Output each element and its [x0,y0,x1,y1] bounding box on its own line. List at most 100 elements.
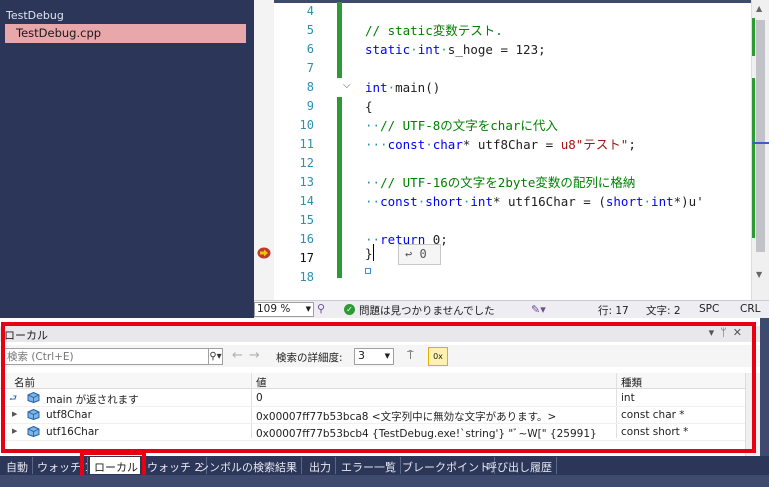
code-editor[interactable]: 4 5 6 7 8 9 10 11 12 13 14 15 16 17 18 ⌵… [254,0,769,300]
scrollbar-change-mark [752,78,755,238]
code-comment: // UTF-8の文字をcharに代入 [380,118,558,133]
brush-search-icon[interactable]: ⚲ [317,302,325,315]
table-row[interactable]: ⮐ main が返されます 0 int [0,390,745,407]
line-number: 9 [306,99,314,113]
code-line-11: ···const·char* utf8Char = u8"テスト"; [365,137,636,152]
line-number: 14 [299,194,314,208]
close-icon[interactable]: ✕ [733,326,748,339]
code-keyword: short [425,194,463,209]
code-comment: // static変数テスト. [365,23,503,38]
line-indicator[interactable]: 行: 17 [598,303,629,318]
change-indicator-bar [337,97,342,278]
code-keyword: const [380,194,418,209]
project-name[interactable]: TestDebug [6,9,64,22]
search-depth-label: 検索の詳細度: [276,352,343,364]
variable-value[interactable]: 0 [256,392,263,404]
code-line-17: } [365,244,373,263]
line-number: 11 [299,137,314,151]
variable-name: utf8Char [46,409,92,421]
locals-title: ローカル [4,329,48,342]
tab-error-list[interactable]: エラー一覧 [337,457,401,474]
code-keyword: int [417,42,441,57]
arrow-right-icon[interactable]: → [249,348,266,363]
code-text: * utf16Char = ( [492,194,606,209]
expand-arrow-icon[interactable]: ▶ [12,427,17,435]
scroll-down-icon[interactable]: ▼ [756,270,762,279]
search-depth-select[interactable]: 3 ▼ [354,348,394,365]
code-cleanup-icon[interactable]: ✎▾ [531,303,546,316]
variable-name: main が返されます [46,394,139,406]
code-line-5: // static変数テスト. [365,21,503,40]
zoom-select[interactable]: 109 % ▼ [254,302,314,317]
search-icon[interactable]: ⚲▾ [209,348,223,365]
line-ending-indicator[interactable]: CRL [740,303,760,315]
locals-vertical-scrollbar[interactable] [745,373,760,458]
solution-explorer: TestDebug TestDebug.cpp [0,0,254,318]
tab-output[interactable]: 出力 [305,457,336,474]
line-number: 18 [299,270,314,284]
code-keyword: int [470,194,493,209]
variable-name: utf16Char [46,426,99,438]
code-text: ; [628,137,636,152]
tab-auto[interactable]: 自動 [2,457,33,474]
table-row[interactable]: ▶ utf16Char 0x00007ff77b53bcb4 {TestDebu… [0,424,745,441]
table-row[interactable]: ▶ utf8Char 0x00007ff77b53bca8 <文字列中に無効な文… [0,407,745,424]
code-keyword: const [387,137,426,152]
locals-toolbar: ⚲▾ ←→ 検索の詳細度: 3▼ ⍑ 0x [0,345,760,367]
line-number-current: 17 [299,251,314,265]
scrollbar-thumb[interactable] [756,20,765,252]
execution-pointer-icon[interactable] [257,247,271,259]
window-controls[interactable]: ▾ᛘ✕ [709,326,748,339]
expand-arrow-icon[interactable]: ▶ [12,410,17,418]
column-indicator[interactable]: 文字: 2 [646,303,681,318]
code-line-6: static·int·s_hoge = 123; [365,42,546,57]
tab-call-stack[interactable]: 呼び出し履歴 [482,457,557,474]
dropdown-icon[interactable]: ▾ [709,326,721,339]
line-number: 4 [306,4,314,18]
return-value-icon: ⮐ [9,394,18,404]
editor-vertical-scrollbar[interactable]: ▲ ▼ [751,0,769,300]
hex-display-icon[interactable]: 0x [428,347,448,366]
tab-symbol-search[interactable]: シンボルの検索結果 [194,457,302,474]
whitespace-indicator[interactable]: SPC [699,303,719,315]
code-text: main() [395,80,441,95]
line-number: 16 [299,232,314,246]
line-number: 12 [299,156,314,170]
scroll-up-icon[interactable]: ▲ [756,4,762,13]
code-comment: // UTF-16の文字を2byte変数の配列に格納 [380,175,636,190]
locals-grid-header: 名前 値 種類 [0,373,745,389]
code-keyword: static [365,42,411,57]
line-number: 15 [299,213,314,227]
return-value-hint: ↩ 0 [398,244,441,265]
code-line-14: ··const·short·int* utf16Char = (short·in… [365,194,704,209]
pin-icon[interactable]: ⍑ [407,349,414,363]
tab-breakpoints[interactable]: ブレークポイント [398,457,495,474]
column-header-value[interactable]: 値 [256,375,267,390]
check-circle-icon: ✓ [344,304,355,315]
line-number: 6 [306,42,314,56]
arrow-left-icon[interactable]: ← [232,348,249,363]
scrollbar-change-mark [752,18,755,56]
variable-type: const char * [621,409,685,421]
code-line-9: { [365,97,373,116]
pin-window-icon[interactable]: ᛘ [720,326,733,339]
line-number: 10 [299,118,314,132]
column-header-type[interactable]: 種類 [621,375,642,390]
variable-value[interactable]: 0x00007ff77b53bca8 <文字列中に無効な文字があります。> [256,409,556,424]
quick-action-marker[interactable] [365,268,371,274]
line-number: 8 [306,80,314,94]
file-item-testdebug-cpp[interactable]: TestDebug.cpp [5,24,246,43]
code-keyword: char [432,137,463,152]
fold-chevron-icon[interactable]: ⌵ [343,80,351,91]
variable-cube-icon [27,426,40,437]
code-keyword: short [605,194,644,209]
locals-search-input[interactable] [3,348,209,365]
scrollbar-caret-mark [752,142,769,144]
variable-cube-icon [27,392,40,403]
column-header-name[interactable]: 名前 [14,375,35,390]
issues-status[interactable]: 問題は見つかりませんでした [359,303,495,318]
search-nav[interactable]: ←→ [232,348,266,363]
line-number: 5 [306,23,314,37]
variable-value[interactable]: 0x00007ff77b53bcb4 {TestDebug.exe!`strin… [256,426,597,441]
variable-type: const short * [621,426,689,438]
